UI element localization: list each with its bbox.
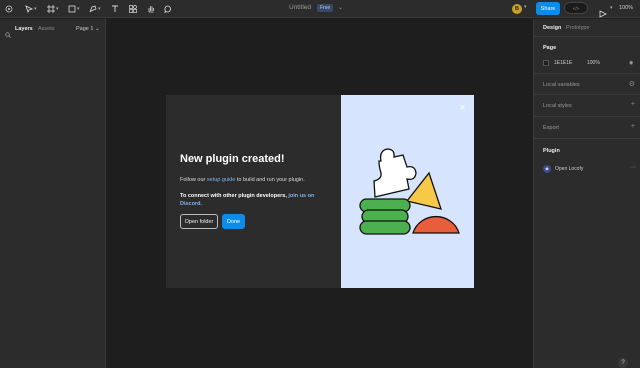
dialog-body-text: Follow our setup guide to build and run …	[180, 177, 305, 183]
layers-panel: Layers Assets Page 1 ⌄	[0, 19, 106, 368]
add-style-icon[interactable]: +	[631, 101, 635, 108]
page-section: Page	[534, 38, 640, 74]
frame-tool-icon[interactable]: ▾	[47, 3, 59, 15]
page-color-value[interactable]: 1E1E1E	[554, 60, 572, 66]
shape-tool-icon[interactable]: ▾	[68, 3, 80, 15]
help-button[interactable]: ?	[618, 358, 628, 368]
plugin-icon: ◆	[543, 165, 551, 173]
local-variables-label: Local variables	[543, 82, 580, 88]
chevron-down-icon[interactable]: ▾	[610, 5, 613, 11]
resources-tool-icon[interactable]	[129, 3, 137, 15]
puzzle-piece-shape	[373, 148, 417, 198]
tab-design[interactable]: Design	[543, 25, 561, 31]
zoom-level[interactable]: 100%	[619, 5, 633, 11]
hand-tool-icon[interactable]	[147, 3, 155, 15]
properties-panel: Design Prototype Page 1E1E1E 100% ◉ Loca…	[533, 19, 640, 368]
local-styles-section: Local styles +	[534, 96, 640, 117]
settings-icon[interactable]: ⚙	[629, 80, 635, 88]
stacked-blob-shape	[359, 198, 411, 235]
visibility-icon[interactable]: ◉	[629, 60, 633, 66]
community-text-prefix: To connect with other plugin developers,	[180, 193, 289, 199]
export-label: Export	[543, 125, 559, 131]
local-styles-label: Local styles	[543, 103, 572, 109]
plugin-illustration	[359, 148, 460, 235]
share-button[interactable]: Share	[536, 2, 560, 15]
body-text-suffix: to build and run your plugin.	[235, 177, 305, 183]
dialog-illustration-panel: ✕	[341, 95, 474, 288]
close-icon[interactable]: ✕	[459, 103, 466, 112]
add-export-icon[interactable]: +	[631, 123, 635, 130]
comment-tool-icon[interactable]	[164, 3, 172, 15]
chevron-down-icon[interactable]: ▾	[524, 4, 527, 10]
dialog-title: New plugin created!	[180, 153, 285, 165]
plugin-created-dialog: New plugin created! Follow our setup gui…	[166, 95, 474, 288]
more-options-icon[interactable]: ⋯	[630, 164, 636, 171]
plugin-name[interactable]: Open Locofy	[555, 166, 583, 172]
move-tool-icon[interactable]: ▾	[25, 3, 37, 15]
page-color-swatch[interactable]	[543, 60, 549, 66]
tab-prototype[interactable]: Prototype	[566, 25, 590, 31]
properties-tabs: Design Prototype	[534, 19, 640, 37]
tab-assets[interactable]: Assets	[38, 26, 55, 32]
community-text: To connect with other plugin developers,…	[180, 193, 330, 208]
chevron-down-icon[interactable]: ⌄	[338, 4, 343, 11]
open-folder-button[interactable]: Open folder	[180, 214, 218, 229]
text-tool-icon[interactable]	[111, 3, 119, 15]
search-icon[interactable]	[5, 25, 11, 43]
plugin-section-title: Plugin	[543, 148, 560, 154]
done-button[interactable]: Done	[222, 214, 245, 229]
tab-layers[interactable]: Layers	[15, 26, 33, 32]
main-menu-icon[interactable]	[5, 3, 13, 15]
semicircle-shape	[412, 215, 460, 234]
page-section-title: Page	[543, 45, 557, 51]
chevron-down-icon: ⌄	[94, 26, 100, 32]
avatar[interactable]: B	[512, 4, 522, 14]
plan-badge: Free	[317, 4, 334, 12]
body-text-prefix: Follow our	[180, 177, 207, 183]
page-selector[interactable]: Page 1 ⌄	[76, 26, 100, 32]
page-opacity-value[interactable]: 100%	[587, 60, 600, 66]
export-section: Export +	[534, 118, 640, 139]
setup-guide-link[interactable]: setup guide	[207, 177, 235, 183]
pen-tool-icon[interactable]: ▾	[89, 3, 101, 15]
dialog-content: New plugin created! Follow our setup gui…	[166, 95, 341, 288]
top-toolbar: ▾ ▾ ▾ ▾ Untitled Free ⌄ B ▾ Share </> ▾ …	[0, 0, 640, 18]
local-variables-section[interactable]: Local variables ⚙	[534, 75, 640, 95]
file-title[interactable]: Untitled	[289, 4, 311, 11]
dev-mode-toggle[interactable]: </>	[564, 2, 588, 14]
plugin-section: Plugin	[534, 140, 640, 180]
